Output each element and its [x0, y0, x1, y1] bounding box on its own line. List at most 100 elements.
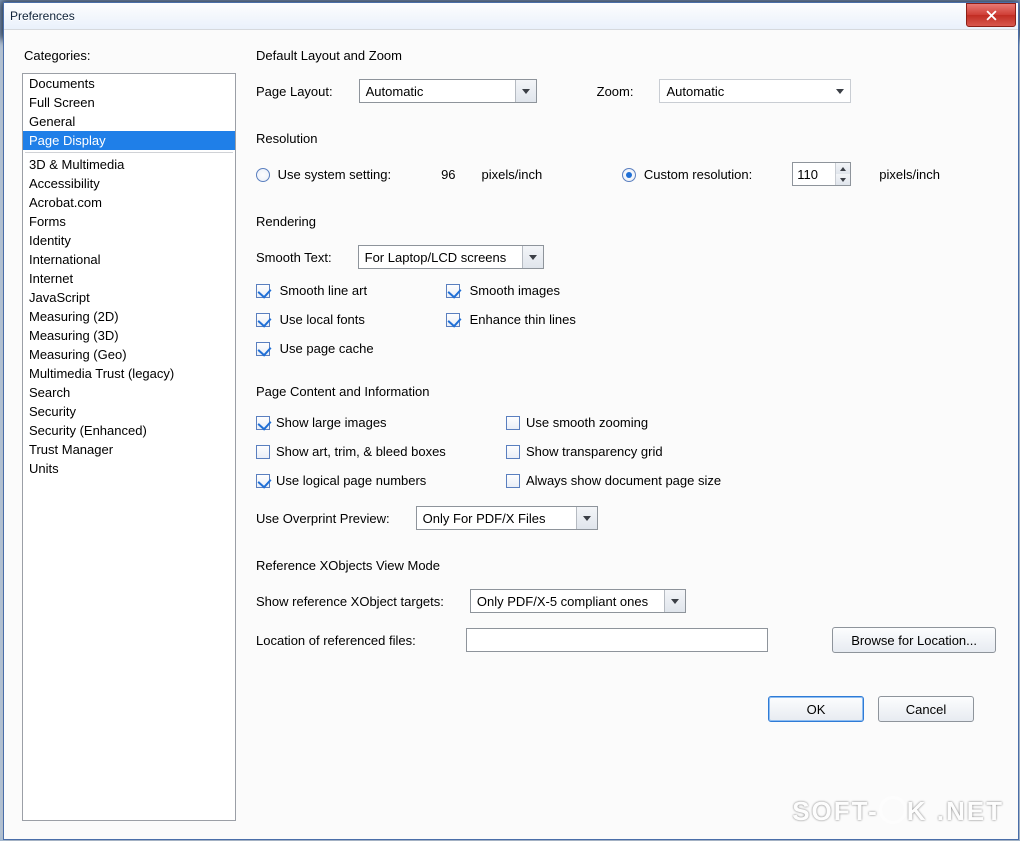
client-area: Categories: DocumentsFull ScreenGeneralP…	[4, 30, 1018, 839]
sidebar: Categories: DocumentsFull ScreenGeneralP…	[22, 48, 236, 821]
category-item[interactable]: Measuring (3D)	[23, 326, 235, 345]
overprint-preview-combo[interactable]: Only For PDF/X Files	[416, 506, 598, 530]
category-item[interactable]: Measuring (Geo)	[23, 345, 235, 364]
show-art-trim-bleed-label: Show art, trim, & bleed boxes	[276, 444, 446, 459]
chevron-down-icon	[515, 80, 536, 102]
use-logical-page-numbers-checkbox[interactable]: Use logical page numbers	[256, 473, 506, 488]
category-item[interactable]: General	[23, 112, 235, 131]
close-button[interactable]	[966, 3, 1016, 27]
always-show-doc-page-size-checkbox[interactable]: Always show document page size	[506, 473, 996, 488]
show-transparency-grid-check[interactable]	[506, 445, 520, 459]
chevron-down-icon	[522, 246, 543, 268]
category-item[interactable]: Trust Manager	[23, 440, 235, 459]
always-show-doc-page-size-label: Always show document page size	[526, 473, 721, 488]
custom-resolution-input-wrap	[792, 162, 851, 186]
page-layout-label: Page Layout:	[256, 84, 333, 99]
use-logical-page-numbers-label: Use logical page numbers	[276, 473, 426, 488]
group-title-layout-zoom: Default Layout and Zoom	[256, 48, 996, 63]
use-system-radio[interactable]	[256, 168, 270, 182]
use-page-cache-checkbox[interactable]: Use page cache	[256, 341, 374, 356]
smooth-line-art-label: Smooth line art	[280, 283, 367, 298]
category-item[interactable]: Accessibility	[23, 174, 235, 193]
chevron-down-icon	[576, 507, 597, 529]
group-title-reference-xobjects: Reference XObjects View Mode	[256, 558, 996, 573]
enhance-thin-lines-checkbox[interactable]: Enhance thin lines	[446, 312, 576, 327]
chevron-down-icon	[840, 178, 846, 182]
smooth-line-art-check[interactable]	[256, 284, 270, 298]
group-title-rendering: Rendering	[256, 214, 996, 229]
smooth-line-art-checkbox[interactable]: Smooth line art	[256, 283, 436, 298]
overprint-preview-value: Only For PDF/X Files	[417, 511, 552, 526]
category-item[interactable]: Documents	[23, 74, 235, 93]
use-smooth-zooming-checkbox[interactable]: Use smooth zooming	[506, 415, 996, 430]
category-item[interactable]: Search	[23, 383, 235, 402]
dialog-footer: OK Cancel	[256, 681, 996, 728]
category-item[interactable]: International	[23, 250, 235, 269]
category-item[interactable]: Security (Enhanced)	[23, 421, 235, 440]
xobject-targets-label: Show reference XObject targets:	[256, 594, 444, 609]
category-item[interactable]: Full Screen	[23, 93, 235, 112]
category-item[interactable]: Multimedia Trust (legacy)	[23, 364, 235, 383]
enhance-thin-lines-label: Enhance thin lines	[470, 312, 576, 327]
category-item[interactable]: JavaScript	[23, 288, 235, 307]
zoom-combo[interactable]: Automatic	[659, 79, 851, 103]
spinner-down-button[interactable]	[836, 174, 850, 185]
close-icon	[986, 10, 997, 21]
smooth-images-label: Smooth images	[470, 283, 560, 298]
titlebar: Preferences	[4, 3, 1018, 30]
category-item[interactable]: Units	[23, 459, 235, 478]
group-rendering: Rendering Smooth Text: For Laptop/LCD sc…	[256, 214, 996, 356]
ok-button[interactable]: OK	[768, 696, 864, 722]
show-transparency-grid-label: Show transparency grid	[526, 444, 663, 459]
chevron-down-icon	[830, 80, 850, 102]
use-system-radio-label[interactable]: Use system setting:	[256, 167, 391, 182]
category-item[interactable]: Page Display	[23, 131, 235, 150]
custom-resolution-label-text: Custom resolution:	[644, 167, 752, 182]
custom-resolution-input[interactable]	[793, 167, 835, 182]
show-art-trim-bleed-check[interactable]	[256, 445, 270, 459]
chevron-down-icon	[664, 590, 685, 612]
group-title-resolution: Resolution	[256, 131, 996, 146]
categories-label: Categories:	[24, 48, 236, 63]
show-transparency-grid-checkbox[interactable]: Show transparency grid	[506, 444, 996, 459]
group-page-content: Page Content and Information Show large …	[256, 384, 996, 530]
custom-resolution-radio-label[interactable]: Custom resolution:	[622, 167, 752, 182]
zoom-label: Zoom:	[597, 84, 634, 99]
referenced-files-location-input[interactable]	[466, 628, 768, 652]
use-local-fonts-checkbox[interactable]: Use local fonts	[256, 312, 436, 327]
group-resolution: Resolution Use system setting: 96 pixels…	[256, 131, 996, 186]
xobject-targets-combo[interactable]: Only PDF/X-5 compliant ones	[470, 589, 686, 613]
enhance-thin-lines-check[interactable]	[446, 313, 460, 327]
category-item[interactable]: Acrobat.com	[23, 193, 235, 212]
category-item[interactable]: Measuring (2D)	[23, 307, 235, 326]
categories-list[interactable]: DocumentsFull ScreenGeneralPage Display 3…	[22, 73, 236, 821]
smooth-images-checkbox[interactable]: Smooth images	[446, 283, 560, 298]
category-item[interactable]: 3D & Multimedia	[23, 155, 235, 174]
spinner-up-button[interactable]	[836, 163, 850, 174]
category-item[interactable]: Security	[23, 402, 235, 421]
browse-location-button[interactable]: Browse for Location...	[832, 627, 996, 653]
show-art-trim-bleed-checkbox[interactable]: Show art, trim, & bleed boxes	[256, 444, 506, 459]
system-resolution-unit: pixels/inch	[482, 167, 543, 182]
custom-resolution-radio[interactable]	[622, 168, 636, 182]
show-large-images-label: Show large images	[276, 415, 387, 430]
use-smooth-zooming-check[interactable]	[506, 416, 520, 430]
always-show-doc-page-size-check[interactable]	[506, 474, 520, 488]
page-layout-combo[interactable]: Automatic	[359, 79, 537, 103]
xobject-targets-value: Only PDF/X-5 compliant ones	[471, 594, 654, 609]
smooth-text-combo[interactable]: For Laptop/LCD screens	[358, 245, 544, 269]
use-logical-page-numbers-check[interactable]	[256, 474, 270, 488]
category-item[interactable]: Forms	[23, 212, 235, 231]
smooth-images-check[interactable]	[446, 284, 460, 298]
chevron-up-icon	[840, 167, 846, 171]
category-item[interactable]: Internet	[23, 269, 235, 288]
show-large-images-checkbox[interactable]: Show large images	[256, 415, 506, 430]
category-item[interactable]: Identity	[23, 231, 235, 250]
smooth-text-label: Smooth Text:	[256, 250, 332, 265]
use-local-fonts-check[interactable]	[256, 313, 270, 327]
show-large-images-check[interactable]	[256, 416, 270, 430]
cancel-button[interactable]: Cancel	[878, 696, 974, 722]
use-system-label-text: Use system setting:	[278, 167, 391, 182]
use-page-cache-check[interactable]	[256, 342, 270, 356]
preferences-dialog: Preferences Categories: DocumentsFull Sc…	[3, 2, 1019, 840]
